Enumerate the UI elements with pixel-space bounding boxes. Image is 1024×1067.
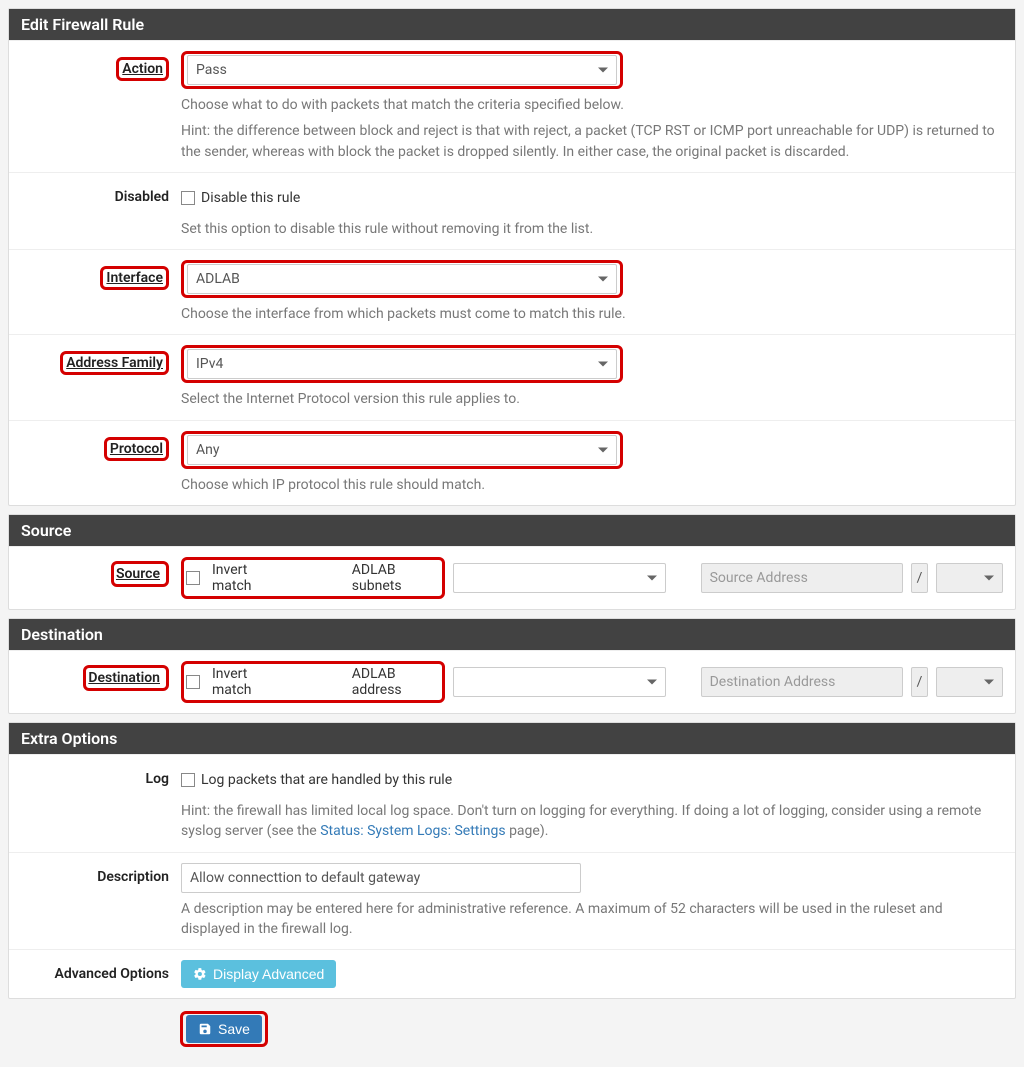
label-log: Log [146, 771, 169, 787]
row-interface: Interface ADLAB Choose the interface fro… [9, 249, 1015, 334]
panel-extra-options: Extra Options Log Log packets that are h… [8, 722, 1016, 999]
source-net-value: ADLAB subnets [352, 562, 436, 594]
save-icon [198, 1022, 212, 1036]
panel-header-source: Source [9, 515, 1015, 546]
row-disabled: Disabled Disable this rule Set this opti… [9, 172, 1015, 249]
help-action-2: Hint: the difference between block and r… [181, 121, 1003, 162]
row-protocol: Protocol Any Choose which IP protocol th… [9, 420, 1015, 505]
help-address-family: Select the Internet Protocol version thi… [181, 389, 1003, 409]
row-address-family: Address Family IPv4 Select the Internet … [9, 334, 1015, 419]
panel-edit-firewall-rule: Edit Firewall Rule Action Pass Choose wh… [8, 8, 1016, 506]
panel-source: Source Source Invert match ADLAB subnets… [8, 514, 1016, 610]
panel-header-edit: Edit Firewall Rule [9, 9, 1015, 40]
row-save: Save [8, 1011, 1016, 1047]
row-destination: Destination Invert match ADLAB address / [9, 650, 1015, 713]
checkbox-label-log: Log packets that are handled by this rul… [201, 772, 452, 788]
help-protocol: Choose which IP protocol this rule shoul… [181, 475, 1003, 495]
label-description: Description [97, 869, 169, 885]
row-description: Description A description may be entered… [9, 852, 1015, 950]
input-description[interactable] [181, 863, 581, 893]
label-disabled: Disabled [115, 189, 169, 205]
row-advanced-options: Advanced Options Display Advanced [9, 949, 1015, 998]
input-source-address[interactable] [701, 563, 904, 593]
save-button[interactable]: Save [186, 1015, 262, 1043]
select-protocol[interactable]: Any [187, 435, 617, 465]
label-interface: Interface [106, 270, 163, 286]
help-description: A description may be entered here for ad… [181, 899, 1003, 940]
link-syslog-settings[interactable]: Status: System Logs: Settings [320, 823, 505, 839]
label-source-invert: Invert match [212, 562, 280, 594]
checkbox-destination-invert[interactable] [186, 675, 200, 689]
panel-header-destination: Destination [9, 619, 1015, 650]
label-source: Source [116, 566, 160, 582]
label-destination-invert: Invert match [212, 666, 280, 698]
row-log: Log Log packets that are handled by this… [9, 754, 1015, 852]
row-action: Action Pass Choose what to do with packe… [9, 40, 1015, 172]
select-destination-network[interactable] [453, 667, 666, 697]
label-protocol: Protocol [110, 441, 163, 457]
select-source-mask[interactable] [936, 563, 1003, 593]
checkbox-source-invert[interactable] [186, 571, 200, 585]
panel-header-extra: Extra Options [9, 723, 1015, 754]
destination-net-value: ADLAB address [352, 666, 436, 698]
display-advanced-button[interactable]: Display Advanced [181, 960, 336, 988]
select-destination-mask[interactable] [936, 667, 1003, 697]
panel-destination: Destination Destination Invert match ADL… [8, 618, 1016, 714]
label-action: Action [122, 61, 163, 77]
help-log: Hint: the firewall has limited local log… [181, 801, 1003, 842]
select-interface[interactable]: ADLAB [187, 264, 617, 294]
help-interface: Choose the interface from which packets … [181, 304, 1003, 324]
help-disabled: Set this option to disable this rule wit… [181, 219, 1003, 239]
label-advanced-options: Advanced Options [55, 966, 169, 982]
checkbox-label-disable-rule: Disable this rule [201, 190, 300, 206]
select-address-family[interactable]: IPv4 [187, 349, 617, 379]
input-destination-address[interactable] [701, 667, 904, 697]
select-source-network[interactable] [453, 563, 666, 593]
label-destination: Destination [88, 670, 160, 686]
checkbox-disable-rule[interactable] [181, 191, 195, 205]
source-mask-slash: / [911, 563, 928, 593]
label-address-family: Address Family [66, 355, 163, 371]
checkbox-log[interactable] [181, 773, 195, 787]
gear-icon [193, 967, 207, 981]
help-action-1: Choose what to do with packets that matc… [181, 95, 1003, 115]
row-source: Source Invert match ADLAB subnets / [9, 546, 1015, 609]
destination-mask-slash: / [911, 667, 928, 697]
select-action[interactable]: Pass [187, 55, 617, 85]
